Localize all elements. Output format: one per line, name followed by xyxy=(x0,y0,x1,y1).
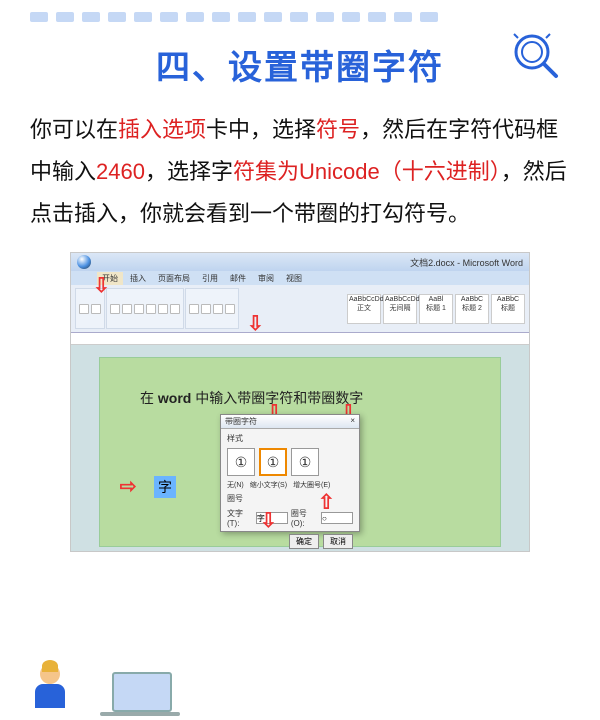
decorative-top-dashes xyxy=(0,0,600,22)
text-field-label: 文字(T): xyxy=(227,508,253,528)
window-title: 文档2.docx - Microsoft Word xyxy=(410,256,523,269)
style-option: ① xyxy=(227,448,255,476)
person-icon xyxy=(26,664,74,712)
text-highlight: 符号 xyxy=(316,117,360,142)
instruction-paragraph: 你可以在插入选项卡中，选择符号，然后在字符代码框中输入2460，选择字符集为Un… xyxy=(0,101,600,234)
dialog-section-label: 样式 xyxy=(227,433,353,444)
ring-field xyxy=(321,512,353,524)
tab-references: 引用 xyxy=(197,272,223,285)
cancel-button: 取消 xyxy=(323,534,353,549)
arrow-up-icon: ⇩ xyxy=(318,488,335,513)
highlighted-char: 字 xyxy=(154,476,176,498)
section-title: 四、设置带圈字符 xyxy=(156,40,444,89)
styles-gallery: AaBbCcDd正文 AaBbCcDd无间隔 AaBl标题 1 AaBbC标题 … xyxy=(347,288,525,329)
arrow-down-icon: ⇩ xyxy=(93,273,110,298)
window-titlebar: 文档2.docx - Microsoft Word xyxy=(71,253,529,271)
style-option: ① xyxy=(291,448,319,476)
ok-button: 确定 xyxy=(289,534,319,549)
close-icon: × xyxy=(350,416,355,427)
laptop-icon xyxy=(100,712,180,716)
text: ，选择字 xyxy=(145,159,233,184)
title-row: 四、设置带圈字符 xyxy=(0,22,600,101)
enclosed-char-dialog: 带圈字符 × 样式 ① ① ① 无(N) 缩小文字(S) 增大圈号(E) 圈号 … xyxy=(220,414,360,532)
text-highlight: 插入选项 xyxy=(118,117,206,142)
text: 你可以在 xyxy=(30,117,118,142)
ring-field-label: 圈号(O): xyxy=(291,508,318,528)
text: 卡中，选择 xyxy=(206,117,316,142)
footer-illustration xyxy=(0,670,600,720)
arrow-down-icon: ⇩ xyxy=(260,508,277,533)
tab-review: 审阅 xyxy=(253,272,279,285)
tab-insert: 插入 xyxy=(125,272,151,285)
text-highlight: 符集为Unicode（十六进制） xyxy=(233,159,501,184)
dialog-titlebar: 带圈字符 × xyxy=(221,415,359,429)
text-highlight: 2460 xyxy=(96,159,145,184)
page-text: 在 word 中输入带圈字符和带圈数字 xyxy=(140,388,363,408)
arrow-right-icon: ⇩ xyxy=(116,479,141,496)
arrow-down-icon: ⇩ xyxy=(247,311,264,336)
document-page: 在 word 中输入带圈字符和带圈数字 ⇩ ⇩ 字 ⇩ 带圈字符 × 样式 ① … xyxy=(99,357,501,547)
dialog-title-text: 带圈字符 xyxy=(225,416,257,427)
magnifier-icon xyxy=(508,28,564,84)
tab-view: 视图 xyxy=(281,272,307,285)
ruler xyxy=(71,333,529,345)
style-options: ① ① ① xyxy=(227,448,353,476)
office-orb-icon xyxy=(77,255,91,269)
word-screenshot: 文档2.docx - Microsoft Word 开始 插入 页面布局 引用 … xyxy=(70,252,530,552)
tab-mail: 邮件 xyxy=(225,272,251,285)
ribbon: AaBbCcDd正文 AaBbCcDd无间隔 AaBl标题 1 AaBbC标题 … xyxy=(71,285,529,333)
tab-layout: 页面布局 xyxy=(153,272,195,285)
style-option-selected: ① xyxy=(259,448,287,476)
ribbon-tabs: 开始 插入 页面布局 引用 邮件 审阅 视图 xyxy=(71,271,529,285)
